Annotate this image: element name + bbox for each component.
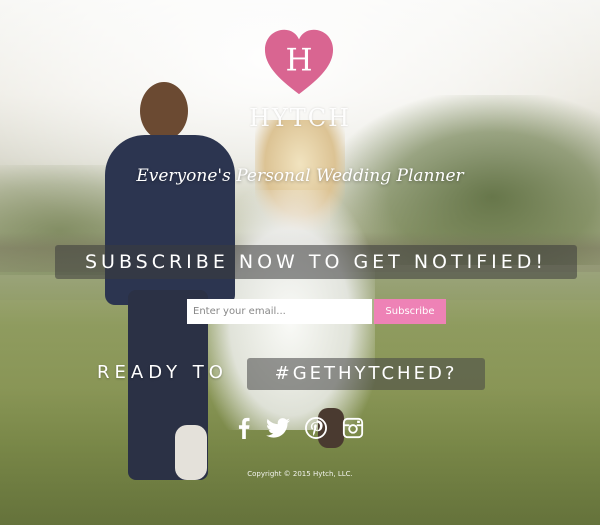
tagline: Everyone's Personal Wedding Planner xyxy=(136,166,464,186)
pinterest-icon[interactable] xyxy=(303,415,329,441)
twitter-icon[interactable] xyxy=(265,415,291,441)
facebook-icon[interactable] xyxy=(231,415,257,441)
hashtag-badge: #GETHYTCHED? xyxy=(247,358,485,390)
copyright-text: Copyright © 2015 Hytch, LLC. xyxy=(247,470,353,478)
groom-jacket xyxy=(105,135,235,305)
logo-letter: H xyxy=(285,42,312,78)
instagram-icon[interactable] xyxy=(340,415,366,441)
email-input[interactable] xyxy=(187,299,372,324)
brand-name: HYTCH xyxy=(248,104,352,132)
subscribe-button[interactable]: Subscribe xyxy=(374,299,446,324)
ready-to-text: READY TO xyxy=(97,362,228,383)
heart-logo-icon: H xyxy=(264,29,334,95)
subscribe-banner: SUBSCRIBE NOW TO GET NOTIFIED! xyxy=(55,245,577,279)
